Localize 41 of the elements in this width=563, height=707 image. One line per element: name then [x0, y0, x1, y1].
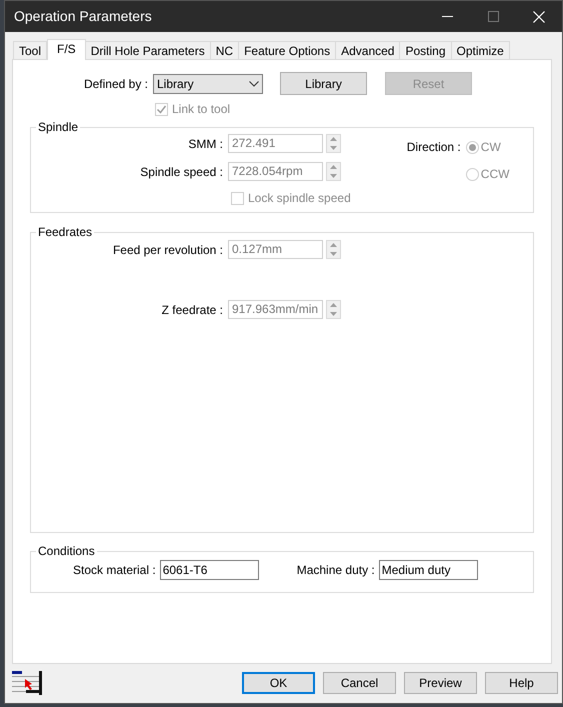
maximize-icon	[488, 11, 498, 22]
dropdown[interactable]: Library	[153, 74, 263, 94]
window-title: Operation Parameters	[14, 7, 152, 26]
button[interactable]: Preview	[404, 672, 477, 694]
tab[interactable]: F/S	[47, 39, 86, 60]
radio-label: CW	[480, 139, 501, 156]
field-label: Z feedrate :	[160, 302, 224, 318]
close-icon	[533, 10, 545, 22]
group-title: Conditions	[37, 545, 96, 557]
field-label: Direction :	[406, 139, 462, 156]
input-field[interactable]: 6061-T6	[160, 560, 259, 580]
spinner-arrows-icon[interactable]	[326, 162, 341, 181]
table-cursor-icon[interactable]	[12, 670, 43, 694]
spinner-arrows-icon[interactable]	[326, 240, 341, 259]
tab[interactable]: Feature Options	[238, 41, 336, 59]
field-label: Feed per revolution :	[112, 242, 224, 258]
radio-button[interactable]	[466, 140, 479, 154]
tab[interactable]: Posting	[399, 41, 452, 59]
checkbox-label: Lock spindle speed	[248, 190, 351, 207]
button[interactable]: Help	[485, 672, 558, 694]
minimize-icon	[442, 16, 452, 17]
spinner-arrows-icon[interactable]	[326, 300, 341, 319]
field-label: Defined by :	[82, 76, 149, 92]
button[interactable]: OK	[242, 672, 315, 694]
input-field[interactable]: Medium duty	[378, 560, 478, 580]
tab[interactable]: Tool	[13, 41, 48, 59]
field-label: Stock material :	[73, 562, 157, 579]
group-title: Spindle	[37, 121, 80, 133]
radio-label: CCW	[480, 166, 510, 183]
radio-button[interactable]	[466, 168, 479, 180]
group-title: Feedrates	[37, 226, 94, 238]
button[interactable]: Library	[280, 72, 367, 95]
caret-icon	[249, 80, 259, 86]
field-label: Spindle speed :	[139, 164, 224, 180]
field-label: SMM :	[187, 136, 224, 152]
button[interactable]: Cancel	[323, 672, 396, 694]
spinner-arrows-icon[interactable]	[326, 134, 341, 153]
dropdown-value: Library	[157, 76, 194, 92]
field-label: Machine duty :	[296, 562, 376, 579]
checkbox-label: Link to tool	[172, 101, 230, 118]
tab[interactable]: Optimize	[450, 41, 510, 59]
